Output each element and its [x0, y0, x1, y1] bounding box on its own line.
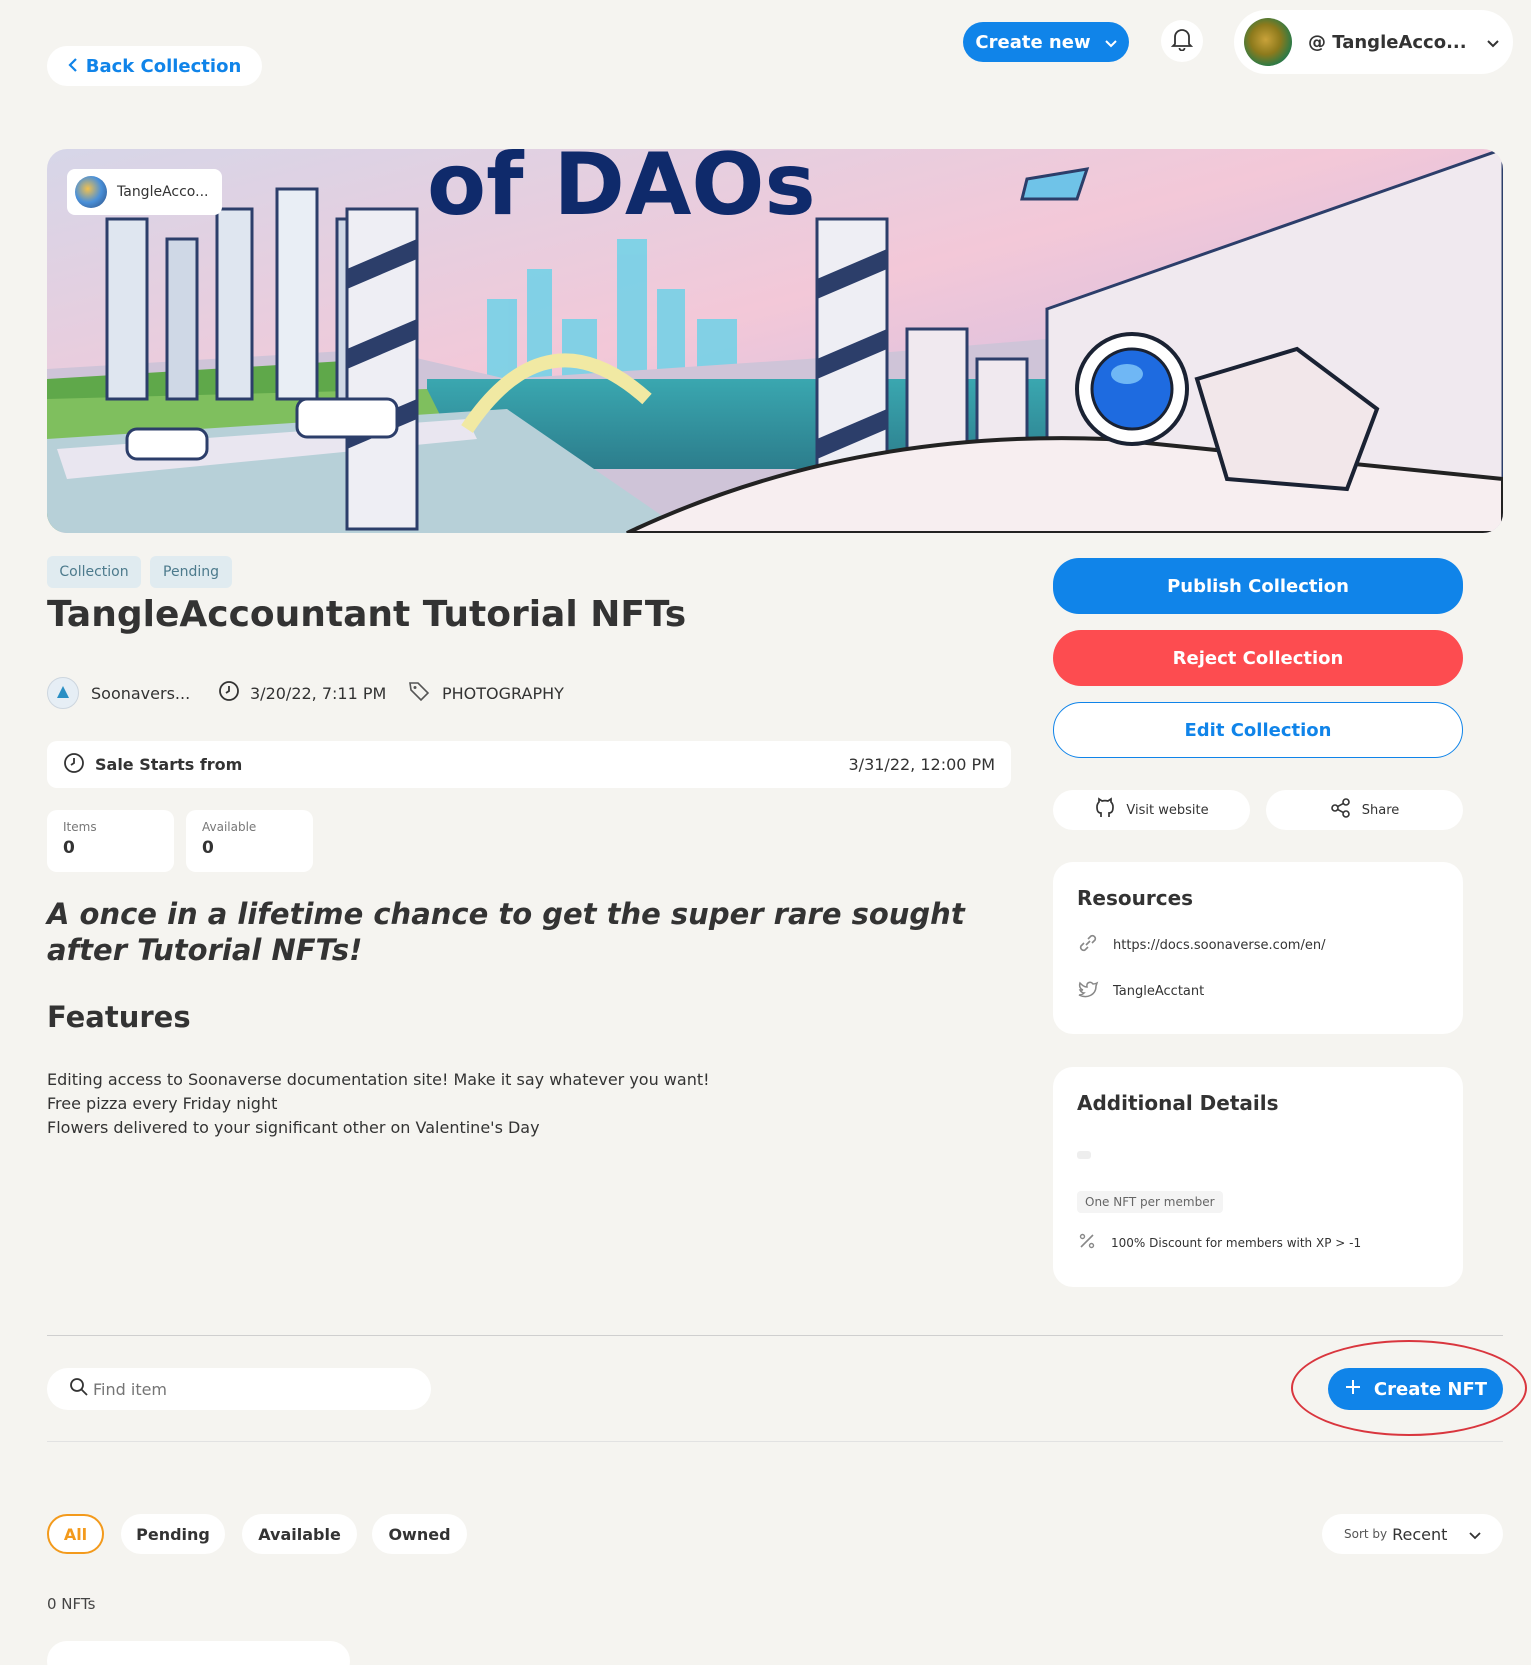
items-label: Items: [63, 820, 97, 834]
plus-icon: [1344, 1378, 1362, 1401]
resources-heading: Resources: [1077, 886, 1194, 910]
creator-meta[interactable]: Soonavers...: [47, 676, 190, 710]
features-list: Editing access to Soonaverse documentati…: [47, 1068, 710, 1140]
filter-available[interactable]: Available: [242, 1514, 357, 1554]
feature-item: Free pizza every Friday night: [47, 1094, 278, 1113]
sort-prefix: Sort by: [1344, 1527, 1388, 1541]
sale-date: 3/31/22, 12:00 PM: [848, 755, 996, 774]
sort-value: Recent: [1392, 1524, 1448, 1544]
account-name: @ TangleAcco...: [1308, 31, 1467, 53]
visit-website-button[interactable]: Visit website: [1053, 790, 1250, 830]
resource-link[interactable]: https://docs.soonaverse.com/en/: [1077, 932, 1439, 958]
back-collection-button[interactable]: Back Collection: [47, 46, 262, 86]
create-new-button[interactable]: Create new: [963, 22, 1129, 62]
sale-starts-bar: Sale Starts from 3/31/22, 12:00 PM: [47, 741, 1011, 788]
reject-collection-button[interactable]: Reject Collection: [1053, 630, 1463, 686]
collection-title: TangleAccountant Tutorial NFTs: [47, 594, 687, 635]
available-stat: Available 0: [186, 810, 313, 872]
banner-owner-chip[interactable]: TangleAcco...: [67, 169, 222, 215]
nft-count: 0 NFTs: [47, 1595, 96, 1613]
creator-name: Soonavers...: [91, 683, 191, 703]
section-divider: [47, 1441, 1503, 1442]
chevron-down-icon: [1104, 32, 1117, 53]
visit-website-label: Visit website: [1126, 802, 1209, 818]
collection-banner: of DAOs TangleAcco...: [47, 149, 1503, 533]
sale-label: Sale Starts from: [95, 755, 243, 774]
avatar: [1244, 18, 1292, 66]
clock-icon: [63, 752, 85, 778]
back-collection-label: Back Collection: [85, 55, 242, 77]
resource-twitter-text: TangleAcctant: [1113, 983, 1205, 999]
owner-avatar: [75, 176, 107, 208]
details-placeholder: [1077, 1151, 1091, 1159]
sort-dropdown[interactable]: Sort by Recent: [1322, 1514, 1503, 1554]
percent-icon: [1077, 1231, 1097, 1254]
items-value: 0: [63, 838, 75, 858]
additional-details-card: Additional Details One NFT per member 10…: [1053, 1067, 1463, 1287]
filter-all[interactable]: All: [47, 1514, 104, 1554]
nft-card-placeholder: [47, 1641, 350, 1665]
collection-tagline: A once in a lifetime chance to get the s…: [47, 897, 965, 967]
resource-twitter[interactable]: TangleAcctant: [1077, 978, 1439, 1004]
created-date: 3/20/22, 7:11 PM: [250, 683, 387, 703]
chevron-left-icon: [68, 56, 78, 77]
available-label: Available: [202, 820, 257, 834]
bell-icon: [1170, 27, 1194, 55]
chevron-down-icon: [1486, 33, 1499, 52]
resource-link-text: https://docs.soonaverse.com/en/: [1113, 937, 1326, 953]
create-new-label: Create new: [975, 31, 1091, 53]
owner-label: TangleAcco...: [117, 184, 209, 200]
create-nft-label: Create NFT: [1373, 1378, 1488, 1400]
search-input[interactable]: [93, 1379, 413, 1399]
feature-item: Flowers delivered to your significant ot…: [47, 1118, 540, 1137]
github-icon: [1094, 797, 1116, 823]
find-item-search[interactable]: [47, 1368, 431, 1410]
tag-pending: Pending: [150, 556, 232, 588]
section-divider: [47, 1335, 1503, 1336]
banner-art-text: of DAOs: [427, 149, 816, 235]
category-label: PHOTOGRAPHY: [442, 683, 564, 703]
clock-icon: [218, 680, 240, 706]
chevron-down-icon: [1469, 1525, 1481, 1544]
share-button[interactable]: Share: [1266, 790, 1463, 830]
created-date-meta: 3/20/22, 7:11 PM: [218, 676, 386, 710]
notifications-button[interactable]: [1161, 20, 1203, 62]
search-icon: [69, 1377, 89, 1401]
link-icon: [1077, 932, 1099, 958]
share-icon: [1330, 797, 1352, 823]
creator-avatar: [47, 677, 79, 709]
features-heading: Features: [47, 1000, 191, 1034]
discount-text: 100% Discount for members with XP > -1: [1111, 1235, 1362, 1250]
discount-row: 100% Discount for members with XP > -1: [1077, 1231, 1439, 1254]
create-nft-button[interactable]: Create NFT: [1328, 1368, 1503, 1410]
twitter-icon: [1077, 978, 1099, 1004]
feature-item: Editing access to Soonaverse documentati…: [47, 1070, 710, 1089]
account-menu[interactable]: @ TangleAcco...: [1234, 10, 1513, 74]
tag-icon: [408, 680, 430, 706]
tag-collection: Collection: [47, 556, 141, 588]
publish-collection-button[interactable]: Publish Collection: [1053, 558, 1463, 614]
resources-card: Resources https://docs.soonaverse.com/en…: [1053, 862, 1463, 1034]
filter-owned[interactable]: Owned: [372, 1514, 467, 1554]
items-stat: Items 0: [47, 810, 174, 872]
available-value: 0: [202, 838, 214, 858]
limit-badge: One NFT per member: [1077, 1191, 1223, 1213]
share-label: Share: [1361, 802, 1400, 818]
filter-pending[interactable]: Pending: [121, 1514, 225, 1554]
details-heading: Additional Details: [1077, 1091, 1279, 1115]
category-meta: PHOTOGRAPHY: [408, 676, 564, 710]
banner-artwork: of DAOs: [47, 149, 1503, 533]
edit-collection-button[interactable]: Edit Collection: [1053, 702, 1463, 758]
